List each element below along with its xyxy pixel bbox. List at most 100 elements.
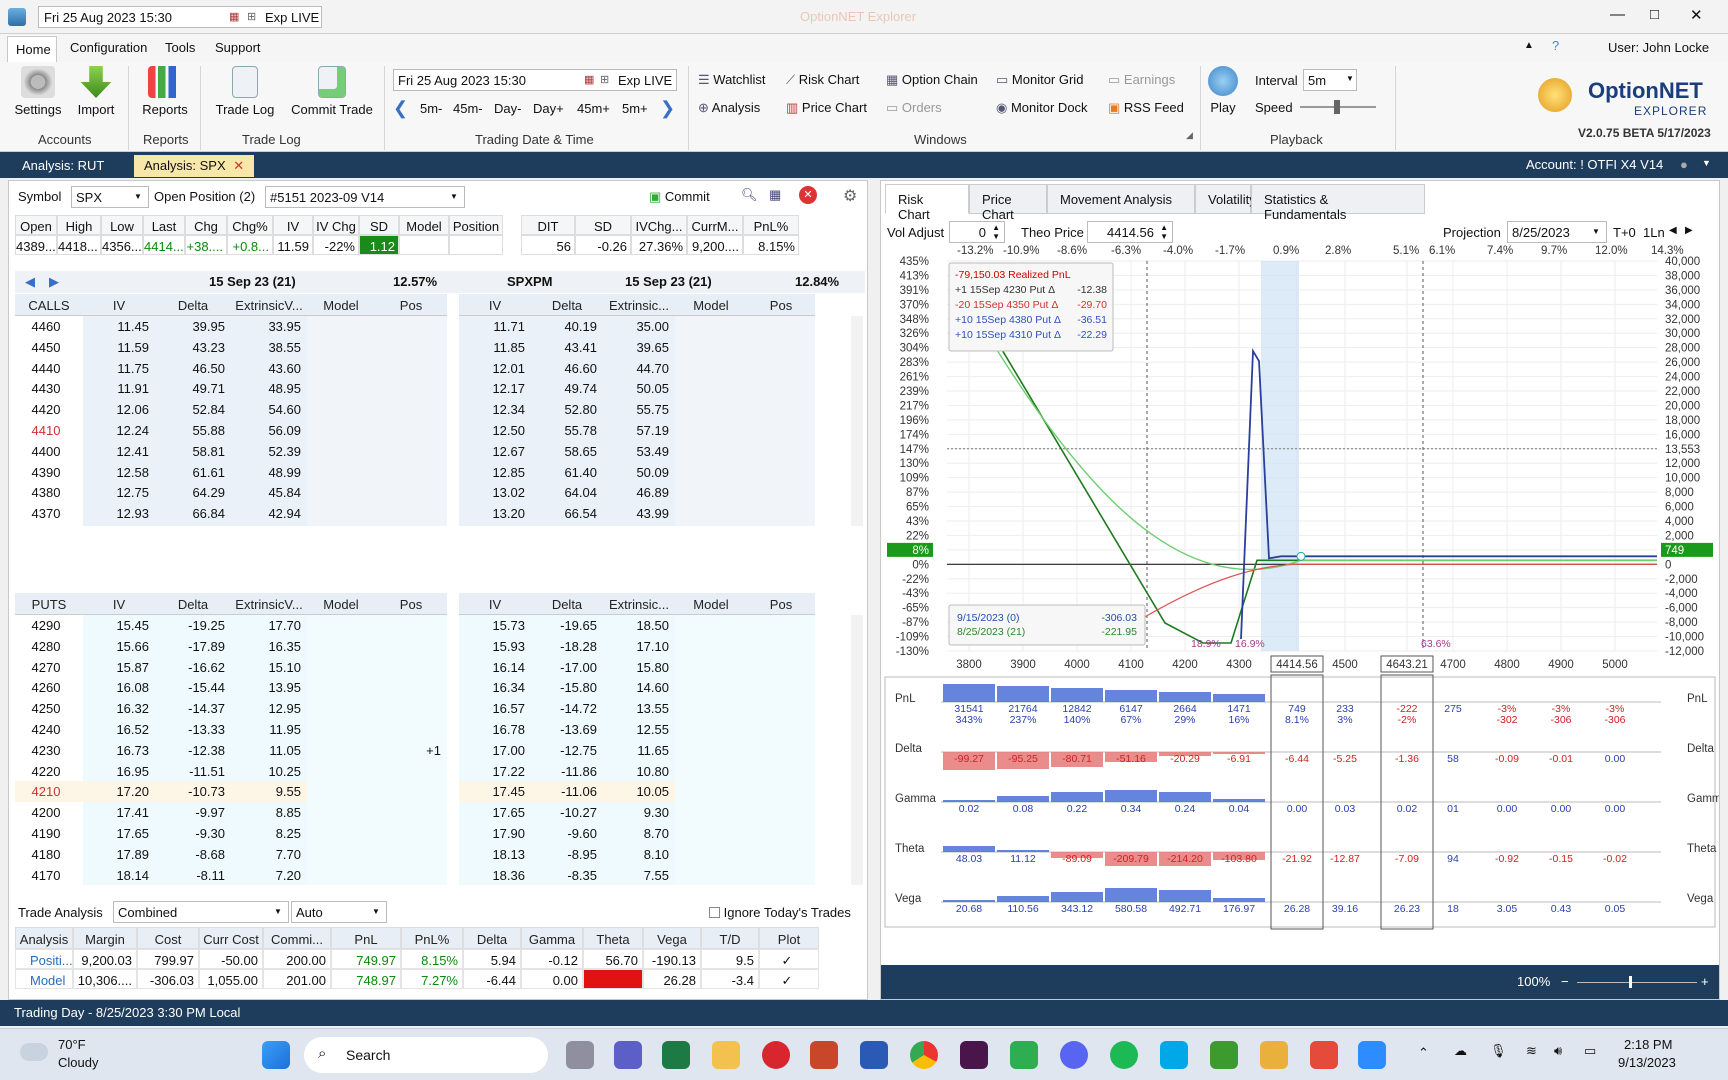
onedrive-icon[interactable]: ☁ [1454, 1043, 1467, 1059]
spinner-arrows-icon[interactable]: ▲ ▼ [1160, 223, 1168, 241]
trade-analysis-mode-select[interactable]: Combined ▼ [113, 901, 289, 923]
step-back-icon[interactable]: ❮ [393, 98, 408, 119]
puts-column-header[interactable]: Pos [747, 593, 815, 615]
orders-button[interactable]: ▭ Orders [886, 100, 942, 116]
zoom-slider-thumb[interactable] [1629, 976, 1632, 988]
chart-tab-price-chart[interactable]: Price Chart [969, 184, 1047, 222]
prev-projection-icon[interactable]: ◀ [1669, 225, 1677, 236]
projection-date-select[interactable]: 8/25/2023 ▼ [1507, 221, 1607, 243]
chart-tab-risk-chart[interactable]: Risk Chart [885, 184, 969, 222]
spotify-icon[interactable] [1110, 1041, 1138, 1069]
excel-icon[interactable] [662, 1041, 690, 1069]
puts-column-header[interactable]: Extrinsic... [603, 593, 675, 615]
analysis-button[interactable]: ⊕ Analysis [698, 100, 760, 116]
calls-column-header[interactable]: IV [459, 294, 531, 316]
optionnet-taskbar-icon[interactable] [1260, 1041, 1288, 1069]
calls-column-header[interactable]: ExtrinsicV... [231, 294, 307, 316]
zoom-out-icon[interactable]: − [1561, 974, 1569, 989]
puts-column-header[interactable]: Delta [155, 593, 231, 615]
microphone-icon[interactable]: 🎙︎ [1490, 1043, 1507, 1059]
calendar-icon[interactable]: ▦ [229, 10, 239, 23]
calls-column-header[interactable]: Delta [531, 294, 603, 316]
step-day-forward[interactable]: Day+ [533, 101, 564, 116]
trade-analysis-header[interactable]: T/D [701, 927, 759, 949]
taskbar-search[interactable]: ⌕ Search [304, 1037, 548, 1073]
datetime-box[interactable]: Fri 25 Aug 2023 15:30 ▦ ⊞ Exp LIVE [38, 6, 322, 28]
calls-column-header[interactable]: Pos [747, 294, 815, 316]
zoom-icon[interactable]: 🔍︎ [741, 187, 758, 203]
scrollbar[interactable] [851, 316, 863, 526]
trade-analysis-header[interactable]: Cost [137, 927, 199, 949]
calls-column-header[interactable]: IV [83, 294, 155, 316]
spinner-arrows-icon[interactable]: ▲ ▼ [992, 223, 1000, 241]
chart-tab-movement-analysis[interactable]: Movement Analysis [1047, 184, 1195, 214]
puts-column-header[interactable]: PUTS [15, 593, 83, 615]
play-button[interactable]: Play [1206, 66, 1240, 115]
puts-column-header[interactable]: IV [459, 593, 531, 615]
open-position-select[interactable]: #5151 2023-09 V14 ▼ [265, 186, 465, 208]
volume-icon[interactable]: 🔊︎ [1554, 1043, 1562, 1059]
tab-analysis-rut[interactable]: Analysis: RUT [12, 155, 114, 177]
trade-analysis-header[interactable]: Commi... [263, 927, 331, 949]
zoom-slider[interactable] [1577, 982, 1697, 983]
trade-analysis-header[interactable]: Vega [643, 927, 701, 949]
tray-chevron-icon[interactable]: ⌃ [1418, 1045, 1429, 1061]
monitor-dock-button[interactable]: ◉ Monitor Dock [996, 100, 1088, 116]
symbol-select[interactable]: SPX ▼ [71, 186, 149, 208]
delete-icon[interactable]: ✕ [799, 186, 817, 204]
trade-analysis-header[interactable]: Theta [583, 927, 643, 949]
menu-home-tab[interactable]: Home [7, 36, 57, 62]
calls-column-header[interactable]: CALLS [15, 294, 83, 316]
maximize-button[interactable]: □ [1650, 6, 1659, 23]
powerpoint-icon[interactable] [810, 1041, 838, 1069]
step-45m-forward[interactable]: 45m+ [577, 101, 610, 116]
settings-button[interactable]: Settings [10, 66, 66, 117]
calls-column-header[interactable]: Model [307, 294, 375, 316]
risk-chart-button[interactable]: ⟋ Risk Chart [786, 72, 859, 88]
puts-column-header[interactable]: IV [83, 593, 155, 615]
help-icon[interactable]: ? [1552, 38, 1559, 53]
ignore-todays-trades-checkbox[interactable]: Ignore Today's Trades [709, 905, 851, 920]
theo-price-spinner[interactable]: 4414.56 ▲ ▼ [1087, 221, 1173, 243]
scrollbar[interactable] [851, 615, 863, 885]
clock-date[interactable]: 9/13/2023 [1618, 1055, 1676, 1070]
teams-icon[interactable] [614, 1041, 642, 1069]
trade-analysis-cell[interactable]: ✓ [759, 949, 819, 969]
step-5m-forward[interactable]: 5m+ [622, 101, 648, 116]
import-button[interactable]: Import [70, 66, 122, 117]
minimize-button[interactable]: — [1610, 6, 1625, 23]
menu-configuration[interactable]: Configuration [70, 40, 147, 55]
trade-analysis-header[interactable]: Margin [73, 927, 137, 949]
risk-chart-svg[interactable]: 435% 413% 391% 370% 348% 326% 304% 283% 261% 239%… [881, 243, 1719, 931]
app-icon-green[interactable] [1210, 1041, 1238, 1069]
current-price-marker[interactable] [1296, 551, 1306, 561]
option-chain-button[interactable]: ▦ Option Chain [886, 72, 978, 88]
chrome-icon[interactable] [910, 1041, 938, 1069]
menu-support[interactable]: Support [215, 40, 261, 55]
skype-icon[interactable] [1160, 1041, 1188, 1069]
trade-log-button[interactable]: Trade Log [210, 66, 280, 117]
step-day-back[interactable]: Day- [494, 101, 521, 116]
close-tab-icon[interactable]: ✕ [233, 158, 244, 173]
trading-date-box[interactable]: Fri 25 Aug 2023 15:30 ▦ ⊞ Exp LIVE [393, 69, 677, 91]
rss-feed-button[interactable]: ▣ RSS Feed [1108, 100, 1184, 116]
tab-analysis-spx[interactable]: Analysis: SPX ✕ [134, 155, 255, 177]
camtasia-icon[interactable] [1010, 1041, 1038, 1069]
calls-column-header[interactable]: Model [675, 294, 747, 316]
monitor-grid-button[interactable]: ▭ Monitor Grid [996, 72, 1083, 88]
vol-adjust-spinner[interactable]: 0 ▲ ▼ [949, 221, 1005, 243]
chart-tab-statistics-fundamentals[interactable]: Statistics & Fundamentals [1251, 184, 1425, 222]
commit-button[interactable]: ▣ Commit [649, 189, 710, 205]
puts-column-header[interactable]: ExtrinsicV... [231, 593, 307, 615]
calendar-icon[interactable]: ▦ [584, 73, 594, 86]
next-expiry-icon[interactable]: ▶ [49, 274, 59, 290]
trade-analysis-header[interactable]: Plot [759, 927, 819, 949]
word-icon[interactable] [860, 1041, 888, 1069]
trade-analysis-header[interactable]: Analysis [15, 927, 73, 949]
chevron-down-icon[interactable]: ▼ [1702, 158, 1711, 168]
zoom-in-icon[interactable]: + [1701, 974, 1709, 989]
step-forward-icon[interactable]: ❯ [660, 98, 675, 119]
trade-analysis-header[interactable]: PnL [331, 927, 401, 949]
watchlist-button[interactable]: ☰ Watchlist [698, 72, 766, 88]
calls-column-header[interactable]: Pos [375, 294, 447, 316]
